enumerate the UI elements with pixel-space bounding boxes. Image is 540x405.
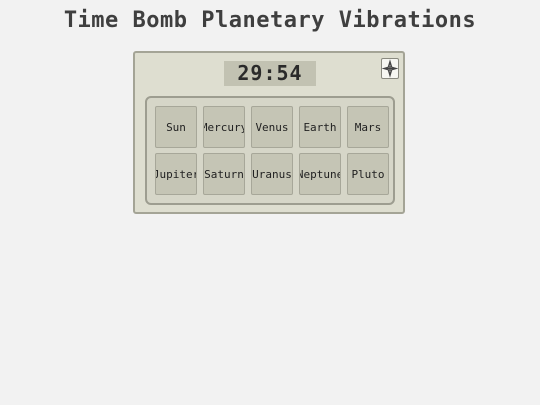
planet-label: Mars <box>354 120 382 134</box>
planet-button-uranus[interactable]: Uranus <box>251 153 293 195</box>
planet-button-venus[interactable]: Venus <box>251 106 293 148</box>
planet-label: Neptune <box>299 167 341 181</box>
planet-button-mars[interactable]: Mars <box>347 106 389 148</box>
planet-button-jupiter[interactable]: Jupiter <box>155 153 197 195</box>
planet-label: Earth <box>303 120 337 134</box>
planet-label: Jupiter <box>155 167 197 181</box>
planet-label: Mercury <box>203 120 245 134</box>
compass-button[interactable] <box>381 58 399 79</box>
planet-button-saturn[interactable]: Saturn <box>203 153 245 195</box>
compass-rose-icon <box>382 59 398 78</box>
page-title: Time Bomb Planetary Vibrations <box>63 8 477 33</box>
planet-button-neptune[interactable]: Neptune <box>299 153 341 195</box>
bomb-panel: 29:54 Sun Mercury Venus Earth Mars Jupit… <box>133 51 405 214</box>
planet-button-mercury[interactable]: Mercury <box>203 106 245 148</box>
planet-grid: Sun Mercury Venus Earth Mars Jupiter Sat… <box>155 106 389 195</box>
planet-button-sun[interactable]: Sun <box>155 106 197 148</box>
planet-label: Sun <box>166 120 186 134</box>
planet-grid-frame: Sun Mercury Venus Earth Mars Jupiter Sat… <box>145 96 395 205</box>
planet-label: Venus <box>255 120 289 134</box>
countdown-timer: 29:54 <box>224 61 316 86</box>
planet-label: Pluto <box>351 167 385 181</box>
planet-label: Saturn <box>204 167 244 181</box>
planet-button-earth[interactable]: Earth <box>299 106 341 148</box>
planet-label: Uranus <box>252 167 292 181</box>
planet-button-pluto[interactable]: Pluto <box>347 153 389 195</box>
